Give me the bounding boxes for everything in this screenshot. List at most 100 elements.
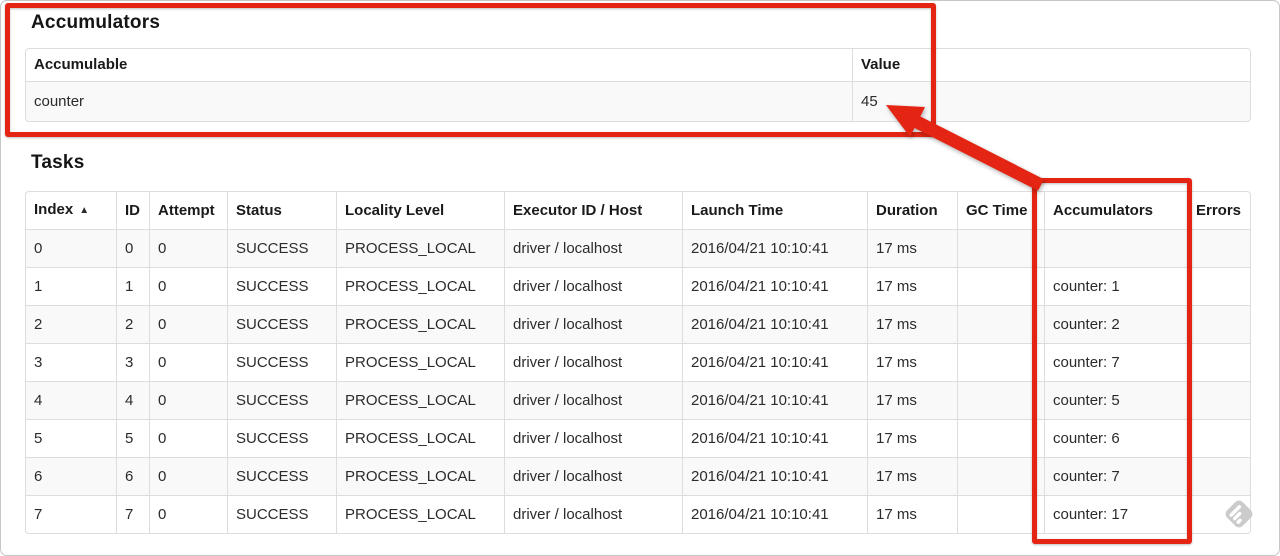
cell [957,381,1044,419]
col-header-status[interactable]: Status [227,192,336,229]
col-header-errors[interactable]: Errors [1187,192,1250,229]
cell: 17 ms [867,381,957,419]
cell: 17 ms [867,457,957,495]
cell: SUCCESS [227,267,336,305]
cell [957,495,1044,533]
table-row: 4 4 0 SUCCESS PROCESS_LOCAL driver / localhos… [26,381,1250,419]
cell: counter: 5 [1044,381,1187,419]
cell: counter: 17 [1044,495,1187,533]
cell: PROCESS_LOCAL [336,267,504,305]
cell: 2 [26,305,116,343]
cell: 0 [149,495,227,533]
cell [957,343,1044,381]
cell [957,267,1044,305]
accumulators-heading: Accumulators [31,12,161,33]
cell: 7 [116,495,149,533]
cell: 5 [116,419,149,457]
cell: 1 [116,267,149,305]
col-header-duration[interactable]: Duration [867,192,957,229]
cell: PROCESS_LOCAL [336,495,504,533]
col-header-gc-time[interactable]: GC Time [957,192,1044,229]
cell: 3 [26,343,116,381]
cell [957,229,1044,267]
cell: driver / localhost [504,381,682,419]
table-row: 1 1 0 SUCCESS PROCESS_LOCAL driver / localhos… [26,267,1250,305]
cell: driver / localhost [504,267,682,305]
cell: driver / localhost [504,495,682,533]
cell: 0 [116,229,149,267]
cell: SUCCESS [227,381,336,419]
cell: 3 [116,343,149,381]
table-row: 3 3 0 SUCCESS PROCESS_LOCAL driver / localhos… [26,343,1250,381]
sort-ascending-icon: ▲ [79,205,90,216]
cell: 2016/04/21 10:10:41 [682,381,867,419]
cell: 2016/04/21 10:10:41 [682,457,867,495]
table-row: 2 2 0 SUCCESS PROCESS_LOCAL driver / localhos… [26,305,1250,343]
col-header-launch-time[interactable]: Launch Time [682,192,867,229]
col-header-value[interactable]: Value [852,49,1250,81]
cell [957,419,1044,457]
cell [957,305,1044,343]
cell: 0 [149,457,227,495]
tasks-heading: Tasks [31,152,85,173]
cell: 2016/04/21 10:10:41 [682,305,867,343]
cell: SUCCESS [227,419,336,457]
cell: 2016/04/21 10:10:41 [682,343,867,381]
cell: driver / localhost [504,343,682,381]
cell: counter [26,81,852,121]
cell [1044,229,1187,267]
spark-ui-stage-page: Accumulators Accumulable Value counter 45… [0,0,1280,556]
cell: 4 [26,381,116,419]
cell: 0 [149,381,227,419]
cell: counter: 6 [1044,419,1187,457]
cell: SUCCESS [227,495,336,533]
cell: 17 ms [867,419,957,457]
cell: SUCCESS [227,457,336,495]
cell: driver / localhost [504,305,682,343]
cell: driver / localhost [504,419,682,457]
cell: 2016/04/21 10:10:41 [682,495,867,533]
cell: 4 [116,381,149,419]
cell: counter: 7 [1044,343,1187,381]
cell: SUCCESS [227,343,336,381]
cell: 17 ms [867,229,957,267]
cell: 7 [26,495,116,533]
cell [957,457,1044,495]
col-header-accumulable[interactable]: Accumulable [26,49,852,81]
col-header-attempt[interactable]: Attempt [149,192,227,229]
cell: counter: 1 [1044,267,1187,305]
col-header-id[interactable]: ID [116,192,149,229]
col-header-accumulators[interactable]: Accumulators [1044,192,1187,229]
cell [1187,229,1250,267]
tasks-header-row: Index ▲ ID Attempt Status Locality Level … [26,192,1250,229]
cell: 2016/04/21 10:10:41 [682,229,867,267]
cell: 2016/04/21 10:10:41 [682,419,867,457]
table-row: counter 45 [26,81,1250,121]
cell: 2016/04/21 10:10:41 [682,267,867,305]
table-row: 7 7 0 SUCCESS PROCESS_LOCAL driver / localhos… [26,495,1250,533]
cell: PROCESS_LOCAL [336,457,504,495]
table-row: 0 0 0 SUCCESS PROCESS_LOCAL driver / localhos… [26,229,1250,267]
col-header-index[interactable]: Index ▲ [26,192,116,229]
cell: 17 ms [867,267,957,305]
cell: SUCCESS [227,305,336,343]
cell: 6 [26,457,116,495]
cell: 0 [149,229,227,267]
cell: 45 [852,81,1250,121]
cell [1187,305,1250,343]
cell: 2 [116,305,149,343]
cell: 17 ms [867,343,957,381]
col-header-executor-id-host[interactable]: Executor ID / Host [504,192,682,229]
col-header-label: Index [34,201,74,218]
cell: 5 [26,419,116,457]
cell: counter: 2 [1044,305,1187,343]
cell: 17 ms [867,495,957,533]
cell [1187,343,1250,381]
cell: 0 [149,343,227,381]
cell: 0 [26,229,116,267]
accumulators-header-row: Accumulable Value [26,49,1250,81]
cell: 6 [116,457,149,495]
accumulators-table: Accumulable Value counter 45 [25,48,1251,122]
col-header-locality-level[interactable]: Locality Level [336,192,504,229]
cell [1187,419,1250,457]
